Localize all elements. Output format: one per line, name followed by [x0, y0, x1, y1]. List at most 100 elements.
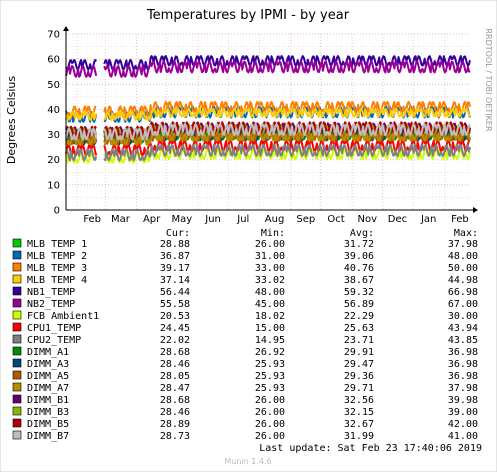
legend-series-name: NB1_TEMP [27, 287, 75, 298]
y-tick-label: 60 [47, 55, 60, 66]
legend-cur: 28.73 [160, 431, 190, 442]
legend-avg: 31.99 [344, 431, 374, 442]
last-update: Last update: Sat Feb 23 17:40:06 2019 [259, 443, 482, 454]
legend-max: 30.00 [448, 311, 478, 322]
legend-avg: 32.56 [344, 395, 374, 406]
x-tick-label: Mar [111, 214, 131, 225]
legend-series-name: DIMM_B5 [27, 419, 69, 430]
legend-max: 44.98 [448, 275, 478, 286]
legend-avg: 31.72 [344, 239, 374, 250]
legend-series-name: MLB TEMP 2 [27, 251, 87, 262]
legend-avg: 32.15 [344, 407, 374, 418]
legend-series-name: DIMM_A1 [27, 347, 69, 358]
x-tick-label: Nov [357, 214, 377, 225]
legend-cur: 36.87 [160, 251, 190, 262]
legend-cur: 22.02 [160, 335, 190, 346]
x-tick-label: Apr [143, 214, 161, 225]
y-tick-label: 40 [47, 105, 60, 116]
legend-min: 25.93 [255, 359, 285, 370]
legend-max: 43.85 [448, 335, 478, 346]
legend-max: 36.98 [448, 371, 478, 382]
legend-avg: 39.06 [344, 251, 374, 262]
legend-swatch [12, 238, 22, 248]
legend-swatch [12, 274, 22, 284]
x-tick-label: Dec [388, 214, 407, 225]
legend-swatch [12, 382, 22, 392]
legend-min: 26.00 [255, 431, 285, 442]
legend-cur: 28.88 [160, 239, 190, 250]
y-tick-label: 10 [47, 180, 60, 191]
legend-cur: 20.53 [160, 311, 190, 322]
legend-max: 42.00 [448, 419, 478, 430]
y-tick-label: 50 [47, 80, 60, 91]
legend-cur: 37.14 [160, 275, 190, 286]
legend-swatch [12, 394, 22, 404]
legend-series-name: MLB TEMP 1 [27, 239, 87, 250]
legend-max: 37.98 [448, 239, 478, 250]
legend-cur: 55.58 [160, 299, 190, 310]
legend-series-name: NB2_TEMP [27, 299, 75, 310]
legend-swatch [12, 370, 22, 380]
y-axis-label: Degrees Celsius [5, 76, 18, 165]
legend-avg: 22.29 [344, 311, 374, 322]
legend-max: 36.98 [448, 359, 478, 370]
legend-max: 39.00 [448, 407, 478, 418]
legend-swatch [12, 262, 22, 272]
x-tick-label: Sep [296, 214, 315, 225]
legend-swatch [12, 418, 22, 428]
legend-max: 50.00 [448, 263, 478, 274]
legend-cur: 56.44 [160, 287, 190, 298]
legend-min: 26.00 [255, 407, 285, 418]
legend-swatch [12, 322, 22, 332]
legend-min: 26.00 [255, 419, 285, 430]
legend-series-name: DIMM_A3 [27, 359, 69, 370]
legend-cur: 24.45 [160, 323, 190, 334]
legend-series-name: CPU1_TEMP [27, 323, 81, 334]
x-tick-label: Jan [420, 214, 436, 225]
legend-avg: 29.47 [344, 359, 374, 370]
legend-max: 66.98 [448, 287, 478, 298]
legend-cur: 28.46 [160, 407, 190, 418]
legend-cur: 28.68 [160, 395, 190, 406]
chart-title: Temperatures by IPMI - by year [146, 8, 350, 23]
y-tick-label: 70 [47, 30, 60, 41]
legend-swatch [12, 298, 22, 308]
legend-series-name: DIMM_B3 [27, 407, 69, 418]
legend-swatch [12, 334, 22, 344]
legend-min: 18.02 [255, 311, 285, 322]
x-tick-label: Jun [204, 214, 221, 225]
legend-min: 26.00 [255, 239, 285, 250]
legend-series-name: FCB Ambient1 [27, 311, 99, 322]
legend-cur: 28.05 [160, 371, 190, 382]
legend-max: 36.98 [448, 347, 478, 358]
legend-avg: 29.91 [344, 347, 374, 358]
legend-series-name: DIMM_B7 [27, 431, 69, 442]
legend-min: 33.02 [255, 275, 285, 286]
legend-cur: 28.68 [160, 347, 190, 358]
y-tick-label: 20 [47, 155, 60, 166]
legend-min: 15.00 [255, 323, 285, 334]
y-tick-label: 0 [54, 206, 60, 217]
legend-series-name: DIMM_A5 [27, 371, 69, 382]
legend-avg: 56.89 [344, 299, 374, 310]
legend-cur: 28.46 [160, 359, 190, 370]
munin-version: Munin 1.4.6 [224, 457, 271, 466]
legend-swatch [12, 346, 22, 356]
legend-swatch [12, 310, 22, 320]
legend-swatch [12, 358, 22, 368]
legend-series-name: DIMM_B1 [27, 395, 69, 406]
legend-min: 14.95 [255, 335, 285, 346]
legend-swatch [12, 286, 22, 296]
x-tick-label: Feb [83, 214, 101, 225]
legend-max: 37.98 [448, 383, 478, 394]
legend-column-header: Cur: [166, 228, 190, 239]
legend-column-header: Avg: [350, 228, 374, 239]
y-tick-label: 30 [47, 130, 60, 141]
legend-avg: 38.67 [344, 275, 374, 286]
legend-swatch [12, 406, 22, 416]
legend-min: 48.00 [255, 287, 285, 298]
legend-swatch [12, 430, 22, 440]
x-tick-label: Jul [236, 214, 249, 225]
legend-avg: 59.32 [344, 287, 374, 298]
legend-cur: 39.17 [160, 263, 190, 274]
